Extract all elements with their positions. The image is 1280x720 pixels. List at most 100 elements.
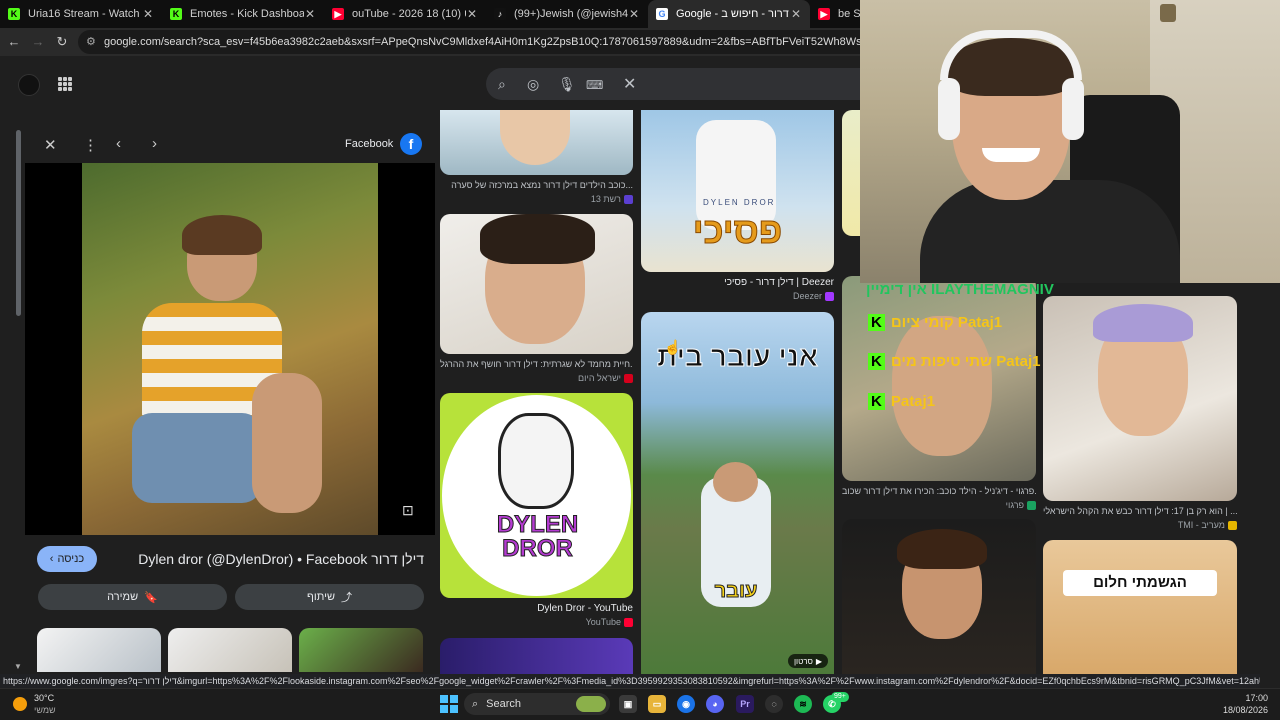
clock-date[interactable]: 18/08/2026	[1210, 705, 1268, 715]
related-thumb-2[interactable]	[168, 628, 292, 672]
headphone-right	[1062, 78, 1084, 140]
more-options-icon[interactable]: ⋮	[83, 136, 98, 154]
main-image[interactable]	[82, 163, 378, 535]
close-tab-icon[interactable]: ✕	[304, 7, 316, 21]
result-caption-3[interactable]: חיית מחמד לא שגרתית: דילן דרור חושף את ה…	[440, 359, 633, 369]
result-caption-2[interactable]: דילן דרור - פסיכי | Deezer	[641, 277, 834, 288]
search-highlight-icon	[576, 696, 606, 712]
tab-title: (99+)Jewish (@jewish498) | Tik	[514, 8, 628, 20]
back-arrow-icon[interactable]: ←	[6, 34, 22, 49]
browser-tab[interactable]: ▶ ouTube - 2026 18 באוגוסט (10)✕	[324, 0, 486, 28]
result-image-1[interactable]	[440, 110, 633, 175]
windows-taskbar	[0, 688, 1280, 720]
previous-image-icon[interactable]: ‹	[116, 135, 121, 152]
microphone-icon[interactable]: 🎙	[558, 76, 576, 93]
mouse-cursor-icon: ☝	[664, 339, 682, 355]
result-source-label-4: YouTube	[585, 617, 621, 627]
next-image-icon[interactable]: ›	[152, 135, 157, 152]
taskbar-search-label: Search	[486, 698, 522, 710]
dylen-dror-logo: DYLEN DROR	[496, 511, 579, 562]
browser-tab[interactable]: K Emotes - Kick Dashboard ✕	[162, 0, 324, 28]
result-image-9[interactable]	[1043, 296, 1237, 501]
result-source-6: פרגוי	[842, 500, 1036, 511]
spotify-icon[interactable]: ≋	[794, 695, 812, 713]
related-thumb-3[interactable]	[299, 628, 423, 672]
search-icon[interactable]: ⌕	[498, 76, 506, 93]
close-tab-icon[interactable]: ✕	[466, 7, 478, 21]
result-caption-9[interactable]: הוא רק בן 17: דילן דרור כבש את הקהל הישר…	[1043, 506, 1237, 516]
chat-line-3: K Pataj1	[868, 393, 935, 410]
result-image-2[interactable]: DYLEN DROR פסיכי	[641, 110, 834, 272]
chrome-icon[interactable]: ◉	[677, 695, 695, 713]
wall-object	[1160, 4, 1176, 22]
result-image-10[interactable]: הגשמתי חלום	[1043, 540, 1237, 674]
result-image-4[interactable]: DYLEN DROR	[440, 393, 633, 598]
task-view-icon[interactable]: ▣	[619, 695, 637, 713]
close-tab-icon[interactable]: ✕	[790, 7, 802, 21]
black-hoodie	[920, 180, 1180, 283]
scroll-down-icon[interactable]: ▼	[14, 662, 22, 671]
lens-icon[interactable]: ◎	[527, 76, 539, 93]
close-panel-icon[interactable]: ✕	[44, 136, 57, 154]
browser-tab[interactable]: ♪ (99+)Jewish (@jewish498) | Tik✕	[486, 0, 648, 28]
obs-icon[interactable]: ◌	[765, 695, 783, 713]
weather-label[interactable]: שמשי	[34, 705, 56, 715]
browser-tab[interactable]: G Google - דילן דרור - חיפוש ב✕	[648, 0, 810, 28]
boy-hair	[182, 215, 262, 255]
result-image-3[interactable]	[440, 214, 633, 354]
taskbar-search[interactable]: ⌕ Search	[464, 693, 610, 715]
panel-scrollbar[interactable]	[16, 130, 21, 316]
result-image-6[interactable]	[842, 276, 1036, 481]
bookmark-icon: 🔖	[144, 591, 158, 604]
keyboard-icon[interactable]: ⌨	[586, 78, 603, 92]
whatsapp-badge: 99+	[831, 692, 849, 702]
clear-search-icon[interactable]: ✕	[623, 74, 636, 94]
browser-tab[interactable]: K Uria16 Stream - Watch Live on✕	[0, 0, 162, 28]
related-thumb-1[interactable]	[37, 628, 161, 672]
file-explorer-icon[interactable]: ▭	[648, 695, 666, 713]
sun-weather-icon[interactable]	[13, 697, 27, 711]
apps-grid-icon[interactable]	[58, 77, 72, 91]
close-tab-icon[interactable]: ✕	[628, 7, 640, 21]
result-caption-6[interactable]: פרגוי - דיג'ניל - הילד כוכב: הכירו את די…	[842, 486, 1036, 496]
kick-badge-icon: K	[868, 393, 885, 410]
forward-arrow-icon[interactable]: →	[30, 34, 46, 49]
youtube-icon: ▶	[332, 8, 344, 20]
save-button[interactable]: שמירה 🔖	[38, 584, 227, 610]
clock-time[interactable]: 17:00	[1220, 693, 1268, 703]
result-image-partial[interactable]	[842, 110, 860, 236]
address-bar[interactable]: ⚙ google.com/search?sca_esv=f45b6ea3982c…	[78, 30, 878, 54]
chat-text-2: שתי טיפות מים Pataj1	[890, 353, 1041, 370]
discord-icon[interactable]: ◕	[706, 695, 724, 713]
premiere-pro-icon[interactable]: Pr	[736, 695, 754, 713]
google-icon: G	[656, 8, 668, 20]
result-caption-1[interactable]: כוכב הילדים דילן דרור נמצא במרכזה של סער…	[440, 180, 633, 190]
result-source-3: ישראל היום	[440, 373, 633, 384]
chat-line-1: K קומי ציום Pataj1	[868, 314, 1002, 331]
close-tab-icon[interactable]: ✕	[142, 7, 154, 21]
result-video-5[interactable]: אני עובר בית עובר סרטון ▶	[641, 312, 834, 674]
account-avatar[interactable]	[18, 74, 40, 96]
save-label: שמירה	[107, 591, 139, 603]
temperature[interactable]: 30°C	[34, 693, 54, 703]
result-title[interactable]: Dylen dror (@DylenDror) • Facebook דילן …	[138, 551, 424, 567]
pargoy-icon	[1027, 501, 1036, 511]
lens-search-icon[interactable]: ⊡	[402, 502, 414, 519]
windows-start-icon[interactable]	[440, 695, 458, 713]
result-caption-4[interactable]: Dylen Dror - YouTube	[440, 603, 633, 614]
kick-badge-icon: K	[868, 314, 885, 331]
link-status-bar: https://www.google.com/imgres?q=דילן דרו…	[0, 674, 1260, 688]
result-image-7[interactable]	[440, 638, 633, 674]
result-image-8[interactable]	[842, 519, 1036, 674]
site-info-icon[interactable]: ⚙	[86, 35, 96, 48]
israel-hayom-icon	[624, 374, 633, 384]
source-label[interactable]: Facebook	[345, 138, 393, 150]
face-shape	[500, 110, 570, 165]
tab-title: ouTube - 2026 18 באוגוסט (10)	[352, 8, 466, 20]
visit-button[interactable]: ‹ כניסה	[37, 546, 97, 572]
search-box[interactable]	[486, 68, 860, 100]
share-button[interactable]: שיתוף ⤴	[235, 584, 424, 610]
reload-icon[interactable]: ↻	[54, 34, 70, 50]
boy-head	[713, 462, 758, 502]
hair-shape	[897, 529, 987, 569]
